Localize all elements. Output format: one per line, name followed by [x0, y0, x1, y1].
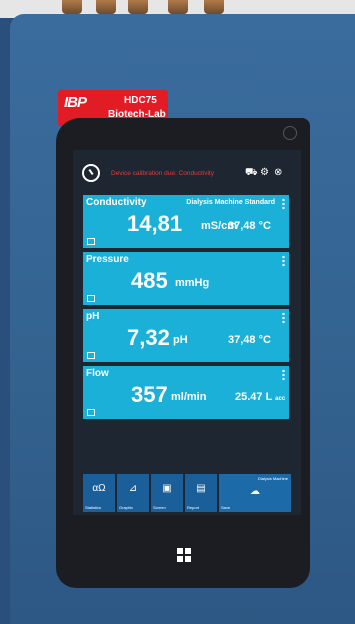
screen: Device calibration due: Conductivity ⛟ ⚙… — [73, 150, 301, 515]
accumulated-volume-value: 25.47 L — [235, 391, 273, 403]
accumulated-suffix: acc — [275, 396, 286, 402]
statistics-button[interactable]: αΩ Statistics — [83, 474, 115, 512]
panel-ph[interactable]: pH 7,32 pH 37,48 °C — [83, 309, 289, 362]
measurement-value: 14,81 — [127, 211, 183, 236]
bottom-toolbar: αΩ Statistics ⊿ Graphic ▣ Screen ▤ Repor… — [83, 474, 291, 512]
standard-label: Dialysis Machine Standard — [186, 199, 275, 206]
connector — [62, 0, 82, 14]
note-icon[interactable] — [87, 352, 95, 359]
close-icon[interactable]: ⊗ — [274, 168, 282, 178]
temperature-value: 37,48 °C — [228, 334, 271, 346]
panel-title: pH — [86, 311, 100, 322]
connector — [168, 0, 188, 14]
more-icon[interactable] — [282, 198, 285, 210]
panel-pressure[interactable]: Pressure 485 mmHg — [83, 252, 289, 305]
gear-icon[interactable]: ⚙ — [260, 168, 269, 178]
connector — [96, 0, 116, 14]
connector — [204, 0, 224, 14]
measurement-value: 357 — [131, 382, 168, 407]
graphic-label: Graphic — [119, 505, 134, 510]
screen-label: Screen — [153, 505, 166, 510]
panel-conductivity[interactable]: Conductivity Dialysis Machine Standard 1… — [83, 195, 289, 248]
panel-title: Flow — [86, 368, 109, 379]
camera-icon — [283, 126, 297, 140]
windows-icon[interactable] — [177, 548, 191, 562]
panel-title: Conductivity — [86, 197, 147, 208]
chart-icon: ⊿ — [128, 483, 138, 494]
save-target-label: Dialysis Machine — [257, 476, 288, 481]
more-icon[interactable] — [282, 369, 285, 381]
measurement-unit: pH — [173, 334, 188, 346]
note-icon[interactable] — [87, 295, 95, 302]
document-icon: ▤ — [196, 483, 206, 494]
connection-icon[interactable]: ⛟ — [245, 168, 258, 178]
connector — [128, 0, 148, 14]
screen-button[interactable]: ▣ Screen — [151, 474, 183, 512]
measurement-unit: mmHg — [175, 277, 210, 289]
graphic-button[interactable]: ⊿ Graphic — [117, 474, 149, 512]
panel-title: Pressure — [86, 254, 129, 265]
note-icon[interactable] — [87, 409, 95, 416]
screen-icon: ▣ — [162, 483, 172, 494]
measurement-value: 7,32 — [127, 325, 170, 350]
brand-model: HDC75 — [124, 95, 157, 106]
temperature-value: 37,48 °C — [228, 220, 271, 232]
measurement-unit: ml/min — [171, 391, 207, 403]
save-button[interactable]: Dialysis Machine ☁ Save — [219, 474, 291, 512]
calibration-alert: Device calibration due: Conductivity — [111, 170, 214, 177]
statistics-label: Statistics — [85, 505, 102, 510]
cloud-icon: ☁ — [250, 486, 260, 497]
more-icon[interactable] — [282, 312, 285, 324]
status-bar: Device calibration due: Conductivity ⛟ ⚙… — [73, 150, 301, 192]
save-label: Save — [221, 505, 231, 510]
brand-logo: IBP — [64, 94, 87, 111]
report-label: Report — [187, 505, 200, 510]
report-button[interactable]: ▤ Report — [185, 474, 217, 512]
more-icon[interactable] — [282, 255, 285, 267]
panel-flow[interactable]: Flow 357 ml/min 25.47 L acc — [83, 366, 289, 419]
accumulated-volume: 25.47 L acc — [235, 391, 285, 403]
gauge-icon[interactable] — [82, 164, 100, 182]
measurement-value: 485 — [131, 268, 168, 293]
note-icon[interactable] — [87, 238, 95, 245]
alpha-omega-icon: αΩ — [92, 483, 106, 494]
